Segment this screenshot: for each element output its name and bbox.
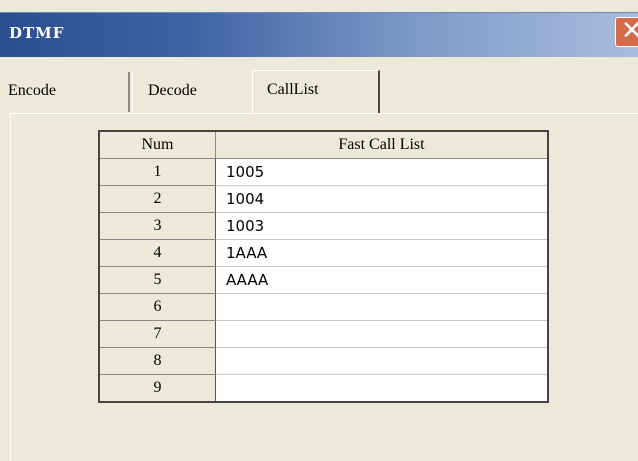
row-number: 5: [98, 266, 216, 294]
table-row: 9: [98, 374, 549, 403]
close-button[interactable]: ✕: [615, 16, 638, 47]
table-row: 5 AAAA: [98, 266, 549, 294]
table-row: 6: [98, 293, 549, 321]
call-entry-cell[interactable]: [215, 374, 549, 403]
tab-decode[interactable]: Decode: [132, 72, 252, 112]
fast-call-table: Num Fast Call List 1 1005 2 1004 3 1003 …: [98, 130, 549, 403]
call-entry-cell[interactable]: 1004: [215, 185, 549, 213]
table-row: 1 1005: [98, 158, 549, 186]
table-row: 8: [98, 347, 549, 375]
tab-encode-label: Encode: [8, 82, 56, 99]
call-entry-cell[interactable]: 1AAA: [215, 239, 549, 267]
call-entry-cell[interactable]: AAAA: [215, 266, 549, 294]
call-entry-cell[interactable]: 1005: [215, 158, 549, 186]
row-number: 3: [98, 212, 216, 240]
table-row: 2 1004: [98, 185, 549, 213]
row-number: 2: [98, 185, 216, 213]
tab-calllist-label: CallList: [267, 81, 319, 98]
tab-encode[interactable]: Encode: [0, 72, 130, 112]
table-row: 3 1003: [98, 212, 549, 240]
call-entry-cell[interactable]: [215, 320, 549, 348]
row-number: 6: [98, 293, 216, 321]
call-entry-cell[interactable]: 1003: [215, 212, 549, 240]
tab-decode-label: Decode: [148, 82, 197, 99]
row-number: 9: [98, 374, 216, 403]
row-number: 7: [98, 320, 216, 348]
row-number: 1: [98, 158, 216, 186]
call-entry-cell[interactable]: [215, 347, 549, 375]
table-header-row: Num Fast Call List: [98, 130, 549, 159]
title-bar: DTMF ✕: [0, 12, 638, 57]
table-row: 7: [98, 320, 549, 348]
call-entry-cell[interactable]: [215, 293, 549, 321]
column-header-num: Num: [98, 130, 216, 159]
window-title: DTMF: [9, 24, 65, 42]
row-number: 4: [98, 239, 216, 267]
tab-calllist[interactable]: CallList: [252, 70, 380, 114]
close-icon: ✕: [621, 16, 638, 46]
column-header-fast-call-list: Fast Call List: [215, 130, 549, 159]
table-row: 4 1AAA: [98, 239, 549, 267]
row-number: 8: [98, 347, 216, 375]
